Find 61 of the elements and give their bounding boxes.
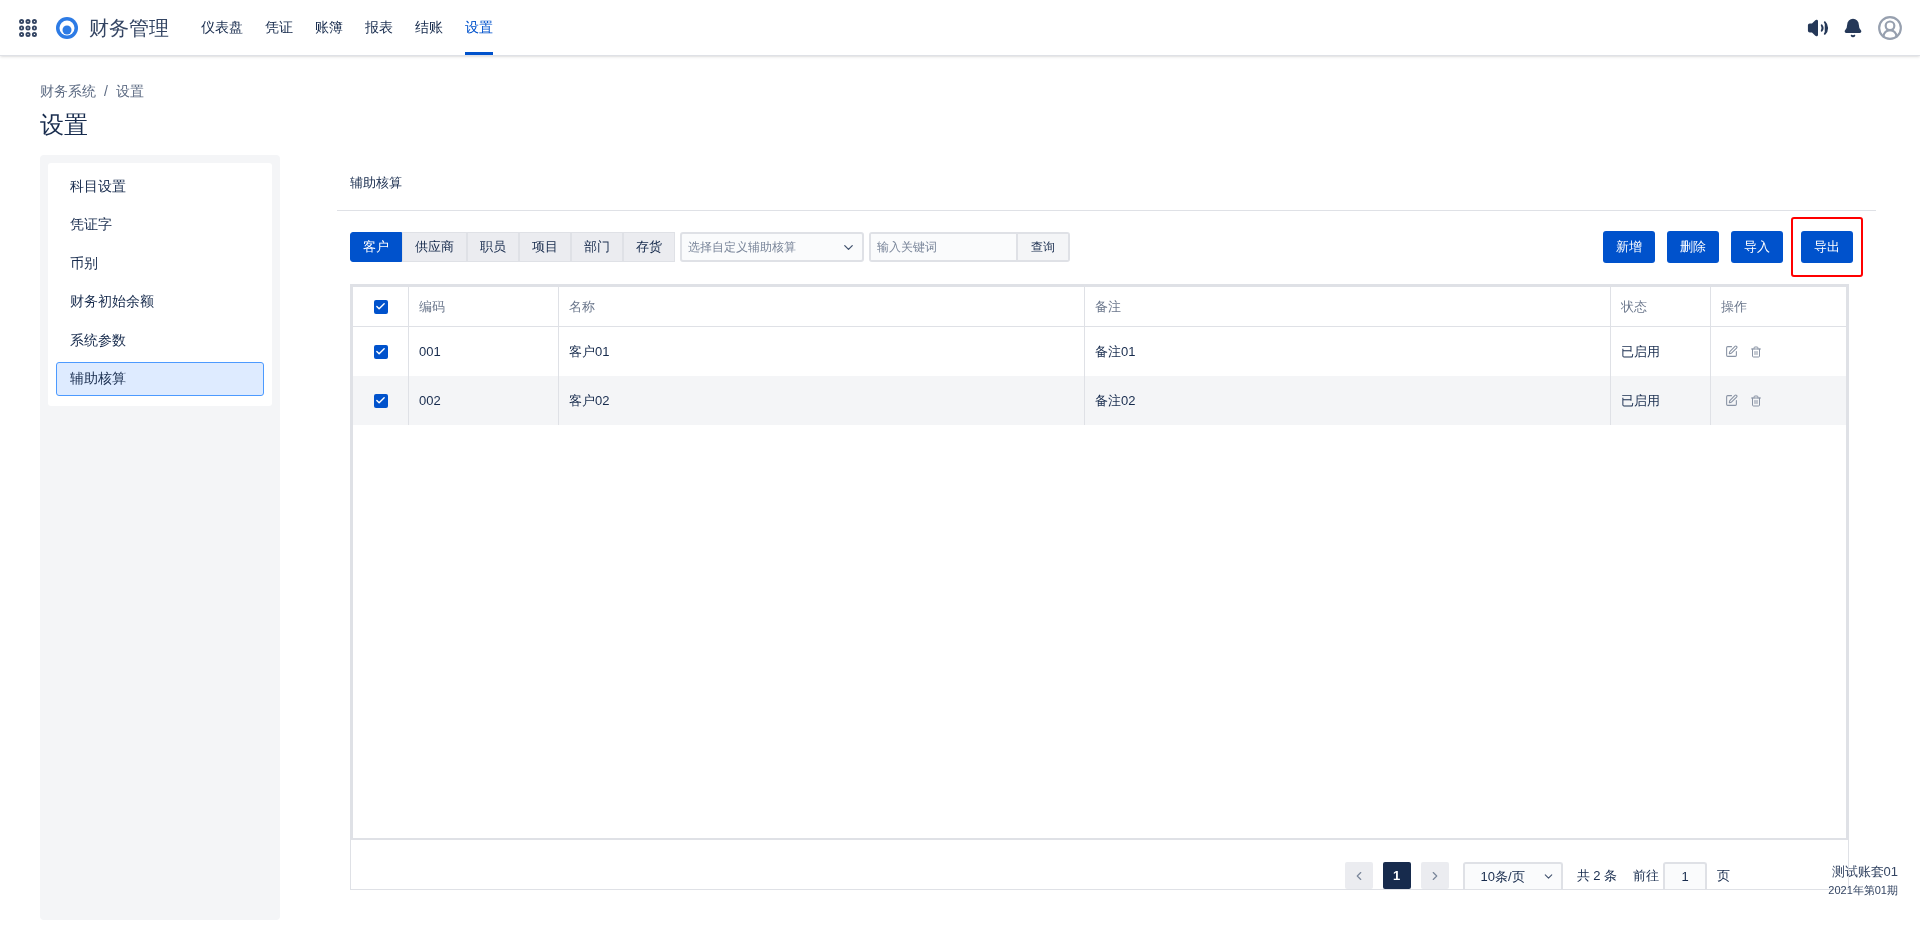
logo-icon (55, 15, 79, 40)
edit-icon[interactable] (1725, 345, 1738, 358)
table-cell-text: 客户01 (569, 342, 610, 361)
notification-icon[interactable] (1843, 17, 1863, 38)
table-cell-text: 001 (419, 342, 441, 361)
action-button[interactable]: 新增 (1603, 231, 1655, 263)
table-cell-text: 已启用 (1621, 342, 1660, 361)
column-header: 备注 (1085, 287, 1611, 326)
user-avatar-icon[interactable] (1877, 14, 1903, 41)
app-title: 财务管理 (89, 15, 169, 41)
breadcrumb-current: 设置 (115, 82, 144, 101)
delete-icon[interactable] (1750, 394, 1762, 407)
category-tab[interactable]: 项目 (519, 232, 571, 262)
nav-tab[interactable]: 仪表盘 (201, 0, 243, 55)
goto-page-input[interactable]: 1 (1663, 862, 1707, 889)
page-size-select[interactable]: 10条/页 (1462, 862, 1563, 889)
breadcrumb-separator: / (104, 82, 108, 101)
category-tab[interactable]: 客户 (350, 232, 402, 262)
account-name: 测试账套01 (1831, 863, 1898, 881)
table-cell-text: 备注02 (1095, 391, 1136, 410)
category-tab[interactable]: 职员 (467, 232, 519, 262)
page-title: 设置 (40, 110, 89, 140)
custom-select[interactable]: 选择自定义辅助核算 (680, 232, 864, 262)
sidebar-item[interactable]: 辅助核算 (56, 361, 264, 396)
checkbox[interactable] (373, 393, 388, 408)
table-cell-text: 备注01 (1095, 342, 1136, 361)
goto-label: 前往 (1633, 866, 1659, 885)
column-header: 编码 (409, 287, 559, 326)
table-cell-text: 客户02 (569, 391, 610, 410)
table-cell-text: 002 (419, 391, 441, 410)
checkbox[interactable] (373, 344, 388, 359)
sidebar-item[interactable]: 币别 (56, 246, 264, 280)
column-header: 名称 (559, 287, 1085, 326)
section-title: 辅助核算 (350, 173, 402, 192)
delete-icon[interactable] (1750, 345, 1762, 358)
page-button[interactable]: 1 (1382, 862, 1411, 889)
column-header: 状态 (1611, 287, 1711, 326)
sidebar-item[interactable]: 凭证字 (56, 207, 264, 242)
edit-icon[interactable] (1725, 394, 1738, 407)
category-tab[interactable]: 供应商 (402, 232, 467, 262)
total-count: 共 2 条 (1576, 866, 1617, 885)
action-button[interactable]: 删除 (1667, 231, 1719, 263)
sidebar-item[interactable]: 系统参数 (56, 323, 264, 357)
category-tab[interactable]: 存货 (623, 232, 675, 262)
nav-tab[interactable]: 结账 (415, 0, 443, 55)
nav-tab[interactable]: 报表 (365, 0, 393, 55)
action-button[interactable]: 导出 (1801, 231, 1853, 263)
sidebar-item[interactable]: 财务初始余额 (56, 284, 264, 319)
nav-tab[interactable]: 设置 (465, 0, 493, 55)
nav-tab[interactable]: 凭证 (265, 0, 293, 55)
sidebar-item[interactable]: 科目设置 (56, 169, 264, 203)
checkbox[interactable] (373, 299, 388, 314)
account-period: 2021年第01期 (1828, 883, 1898, 898)
table-cell-text: 已启用 (1621, 391, 1660, 410)
goto-suffix: 页 (1717, 866, 1730, 885)
app-grid-icon[interactable] (17, 16, 39, 39)
nav-tab[interactable]: 账簿 (315, 0, 343, 55)
category-tab[interactable]: 部门 (571, 232, 623, 262)
breadcrumb-link[interactable]: 财务系统 (40, 81, 96, 102)
column-header: 操作 (1720, 297, 1748, 316)
action-button[interactable]: 导入 (1731, 231, 1783, 263)
